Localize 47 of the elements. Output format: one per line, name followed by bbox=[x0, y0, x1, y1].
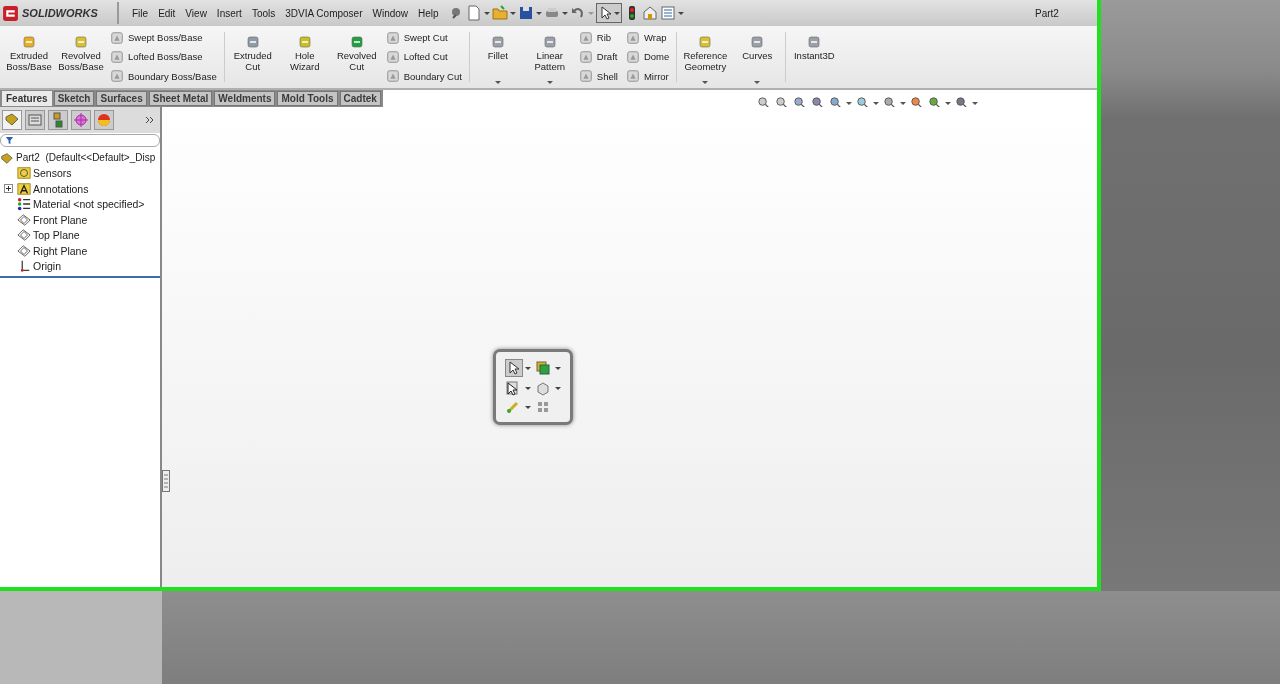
ribbon-button[interactable]: Lofted Cut bbox=[385, 50, 462, 64]
ribbon-button[interactable]: Curves bbox=[732, 26, 783, 88]
tree-item[interactable]: Origin bbox=[33, 260, 61, 273]
tree-item[interactable]: Material <not specified> bbox=[33, 198, 145, 211]
ribbon-button[interactable]: Lofted Boss/Base bbox=[110, 50, 217, 64]
ribbon-button[interactable]: Instant3D bbox=[789, 26, 840, 88]
menu-item[interactable]: Insert bbox=[211, 7, 247, 19]
command-tab[interactable]: Sheet Metal bbox=[148, 91, 213, 106]
tree-item[interactable]: Annotations bbox=[33, 182, 89, 195]
ribbon-button[interactable]: Swept Boss/Base bbox=[110, 30, 217, 45]
ribbon-button[interactable]: Fillet bbox=[472, 26, 523, 88]
window-title: Part2 bbox=[1035, 7, 1059, 19]
menu-item[interactable]: File bbox=[127, 7, 154, 19]
menu-item[interactable]: Tools bbox=[246, 7, 281, 19]
tree-item[interactable]: Top Plane bbox=[33, 229, 80, 242]
command-tab[interactable]: Surfaces bbox=[96, 91, 147, 106]
command-tab[interactable]: Weldments bbox=[214, 91, 276, 106]
tree-item[interactable]: Part2 (Default<<Default>_Disp bbox=[16, 152, 156, 164]
tree-item[interactable]: Sensors bbox=[33, 167, 72, 180]
ribbon-button[interactable]: Shell bbox=[578, 69, 618, 84]
command-tab[interactable]: Mold Tools bbox=[277, 91, 338, 106]
menu-item[interactable]: 3DVIA Composer bbox=[280, 7, 368, 19]
ribbon-button[interactable]: Boundary Boss/Base bbox=[110, 69, 217, 84]
ribbon-button[interactable]: Revolved Cut bbox=[331, 26, 382, 88]
tree-item[interactable]: Front Plane bbox=[33, 213, 88, 226]
command-tab[interactable]: Sketch bbox=[53, 91, 95, 106]
command-tab[interactable]: Cadtek bbox=[339, 91, 381, 106]
menu-item[interactable]: Window bbox=[367, 7, 414, 19]
ribbon-button[interactable]: Mirror bbox=[625, 69, 670, 84]
ribbon-button[interactable]: Hole Wizard bbox=[279, 26, 330, 88]
ribbon-button[interactable]: Extruded Boss/Base bbox=[4, 26, 54, 88]
ribbon-button[interactable]: Revolved Boss/Base bbox=[56, 26, 106, 88]
ribbon-button[interactable]: Linear Pattern bbox=[524, 26, 575, 88]
ribbon-button[interactable]: Extruded Cut bbox=[227, 26, 278, 88]
menu-item[interactable]: View bbox=[180, 7, 212, 19]
ribbon-button[interactable]: Reference Geometry bbox=[680, 26, 731, 88]
tree-item[interactable]: Right Plane bbox=[33, 244, 88, 257]
ribbon-button[interactable]: Boundary Cut bbox=[385, 69, 462, 84]
app-name: SOLIDWORKS bbox=[22, 7, 99, 19]
menu-item[interactable]: Edit bbox=[153, 7, 181, 19]
ribbon-button[interactable]: Dome bbox=[625, 50, 670, 64]
menu-item[interactable]: Help bbox=[413, 7, 444, 19]
ribbon-button[interactable]: Draft bbox=[578, 50, 618, 64]
ribbon-button[interactable]: Wrap bbox=[625, 30, 670, 45]
command-tab[interactable]: Features bbox=[2, 91, 52, 106]
ribbon-button[interactable]: Swept Cut bbox=[385, 30, 462, 45]
ribbon-button[interactable]: Rib bbox=[578, 30, 618, 45]
